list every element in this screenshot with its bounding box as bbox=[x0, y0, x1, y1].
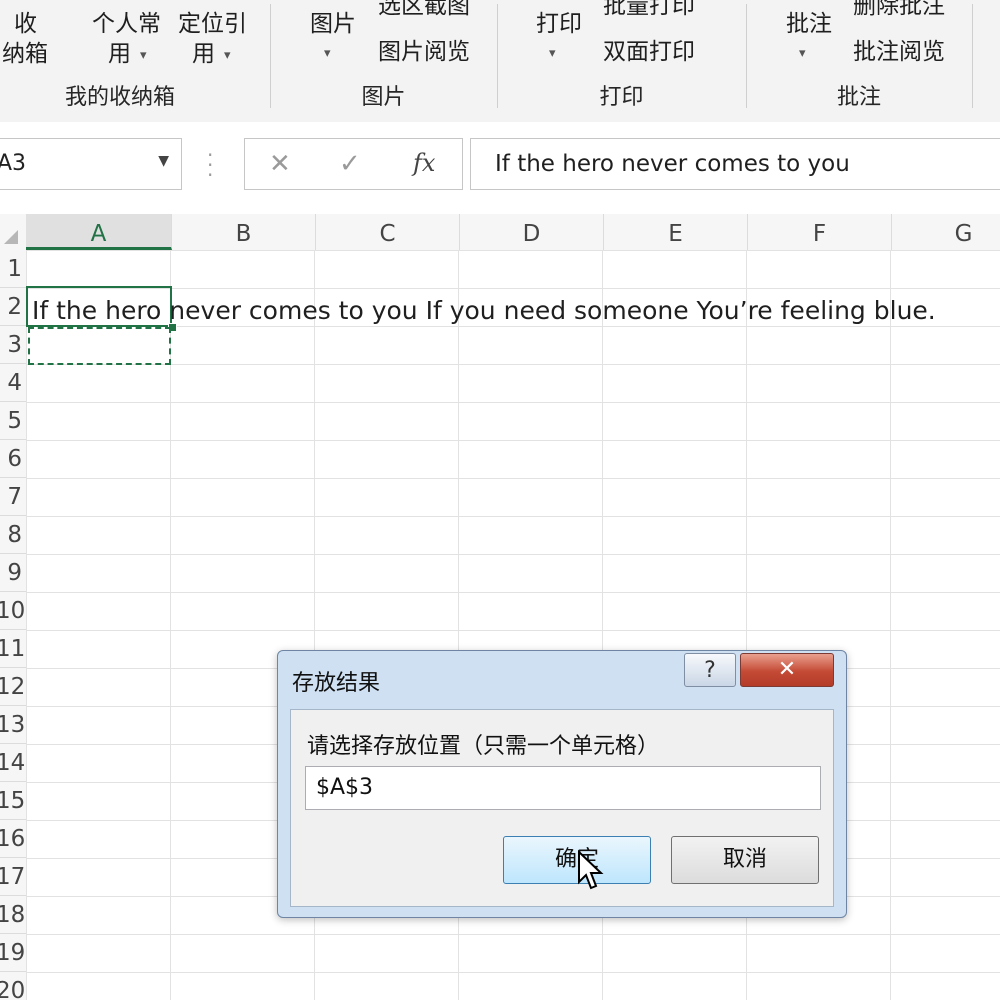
column-header-e[interactable]: E bbox=[604, 214, 748, 250]
collapse-label-2[interactable]: 纳箱 bbox=[2, 40, 48, 68]
row-header-1[interactable]: 1 bbox=[0, 250, 26, 288]
location-input-value: $A$3 bbox=[316, 775, 374, 800]
cell-a3-marquee[interactable] bbox=[28, 327, 171, 365]
name-box-value: A3 bbox=[0, 151, 27, 176]
row-header-11[interactable]: 11 bbox=[0, 630, 26, 668]
formula-content: If the hero never comes to you bbox=[495, 151, 850, 177]
dialog-prompt: 请选择存放位置（只需一个单元格） bbox=[307, 734, 660, 759]
batch-print-button[interactable]: 批量打印 bbox=[603, 0, 695, 20]
close-button[interactable]: ✕ bbox=[740, 653, 834, 687]
group-label-comment: 批注 bbox=[836, 85, 881, 110]
personal-favorites-label[interactable]: 用 bbox=[108, 40, 131, 68]
ribbon-separator bbox=[972, 4, 973, 108]
personal-favorites-button[interactable]: 个人常 bbox=[92, 10, 161, 38]
chevron-down-icon[interactable]: ▾ bbox=[799, 46, 806, 61]
picture-button[interactable]: 图片 bbox=[310, 10, 356, 38]
chevron-down-icon[interactable]: ▾ bbox=[549, 46, 556, 61]
row-header-2[interactable]: 2 bbox=[0, 288, 26, 326]
enter-icon[interactable]: ✓ bbox=[339, 149, 361, 179]
chevron-down-icon[interactable]: ▾ bbox=[140, 48, 147, 63]
group-label-picture: 图片 bbox=[361, 85, 406, 110]
formula-bar: A3 ▼ · · · ✕ ✓ fx If the hero never comes … bbox=[0, 122, 1000, 210]
insert-function-icon[interactable]: fx bbox=[413, 149, 435, 177]
duplex-print-button[interactable]: 双面打印 bbox=[603, 38, 695, 66]
formula-input[interactable]: If the hero never comes to you bbox=[470, 138, 1000, 190]
region-screenshot-button[interactable]: 选区截图 bbox=[378, 0, 470, 20]
column-header-a[interactable]: A bbox=[26, 214, 172, 250]
help-button[interactable]: ? bbox=[684, 653, 736, 687]
row-header-16[interactable]: 16 bbox=[0, 820, 26, 858]
row-header-3[interactable]: 3 bbox=[0, 326, 26, 364]
dialog-body: 请选择存放位置（只需一个单元格） $A$3 确定 取消 bbox=[290, 709, 834, 907]
group-label-print: 打印 bbox=[599, 85, 644, 110]
row-header-18[interactable]: 18 bbox=[0, 896, 26, 934]
column-header-c[interactable]: C bbox=[316, 214, 460, 250]
cancel-button[interactable]: 取消 bbox=[671, 836, 819, 884]
row-header-19[interactable]: 19 bbox=[0, 934, 26, 972]
mouse-cursor-icon bbox=[578, 850, 604, 890]
print-button[interactable]: 打印 bbox=[536, 10, 582, 38]
row-header-15[interactable]: 15 bbox=[0, 782, 26, 820]
chevron-down-icon[interactable]: ▾ bbox=[324, 46, 331, 61]
row-header-12[interactable]: 12 bbox=[0, 668, 26, 706]
row-header-4[interactable]: 4 bbox=[0, 364, 26, 402]
store-result-dialog: 存放结果 ? ✕ 请选择存放位置（只需一个单元格） $A$3 确定 取消 bbox=[277, 650, 847, 918]
dialog-title: 存放结果 bbox=[292, 671, 381, 696]
row-header-17[interactable]: 17 bbox=[0, 858, 26, 896]
picture-browse-button[interactable]: 图片阅览 bbox=[378, 38, 470, 66]
drag-handle-icon[interactable]: · · · bbox=[207, 145, 213, 185]
select-all-icon bbox=[4, 230, 18, 244]
column-header-g[interactable]: G bbox=[892, 214, 1000, 250]
cell-a2-text: If the hero never comes to you If you ne… bbox=[32, 296, 936, 325]
group-label-my-box: 我的收纳箱 bbox=[64, 85, 175, 110]
location-input[interactable]: $A$3 bbox=[305, 766, 821, 810]
chevron-down-icon[interactable]: ▾ bbox=[224, 48, 231, 63]
ribbon: 收 纳箱 个人常 用 ▾ 定位引 用 ▾ 图片 ▾ 选区截图 图片阅览 打印 ▾… bbox=[0, 0, 1000, 123]
locate-reference-label[interactable]: 用 bbox=[192, 40, 215, 68]
row-header-7[interactable]: 7 bbox=[0, 478, 26, 516]
collapse-label-1[interactable]: 收 bbox=[14, 10, 37, 38]
locate-reference-button[interactable]: 定位引 bbox=[178, 10, 247, 38]
chevron-down-icon[interactable]: ▼ bbox=[158, 153, 169, 169]
formula-buttons: ✕ ✓ fx bbox=[244, 138, 463, 190]
row-header-10[interactable]: 10 bbox=[0, 592, 26, 630]
column-header-b[interactable]: B bbox=[172, 214, 316, 250]
column-header: A B C D E F G bbox=[0, 214, 1000, 251]
row-header-20[interactable]: 20 bbox=[0, 972, 26, 1000]
delete-comment-button[interactable]: 删除批注 bbox=[853, 0, 945, 20]
column-header-f[interactable]: F bbox=[748, 214, 892, 250]
row-header-14[interactable]: 14 bbox=[0, 744, 26, 782]
name-box[interactable]: A3 ▼ bbox=[0, 138, 182, 190]
comment-button[interactable]: 批注 bbox=[786, 10, 832, 38]
row-header-9[interactable]: 9 bbox=[0, 554, 26, 592]
comment-browse-button[interactable]: 批注阅览 bbox=[853, 38, 945, 66]
column-header-d[interactable]: D bbox=[460, 214, 604, 250]
row-header-13[interactable]: 13 bbox=[0, 706, 26, 744]
cancel-icon[interactable]: ✕ bbox=[269, 149, 291, 179]
row-header-5[interactable]: 5 bbox=[0, 402, 26, 440]
row-header-6[interactable]: 6 bbox=[0, 440, 26, 478]
row-header: 1 2 3 4 5 6 7 8 9 10 11 12 13 14 15 16 1… bbox=[0, 250, 27, 1000]
row-header-8[interactable]: 8 bbox=[0, 516, 26, 554]
select-all-button[interactable] bbox=[0, 214, 27, 250]
